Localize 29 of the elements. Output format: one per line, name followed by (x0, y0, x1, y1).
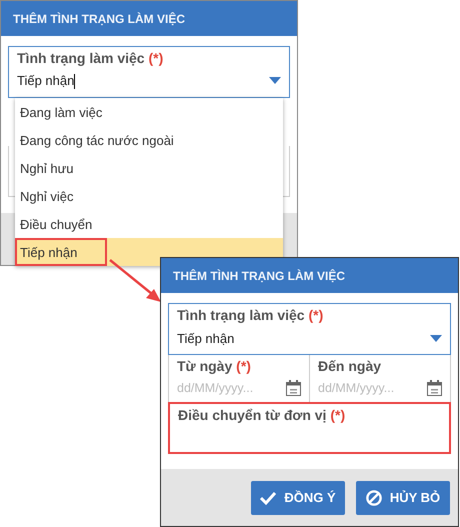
dialog-title: THÊM TÌNH TRẠNG LÀM VIỆC (13, 12, 185, 26)
dropdown-option[interactable]: Đang làm việc (15, 98, 283, 126)
dropdown-option[interactable]: Nghỉ hưu (15, 154, 283, 182)
field-label: Tình trạng làm việc (*) (177, 307, 324, 323)
date-placeholder: dd/MM/yyyy... (318, 381, 394, 395)
date-placeholder: dd/MM/yyyy... (177, 381, 254, 395)
status-select[interactable]: Tình trạng làm việc (*) Tiếp nhận (168, 303, 451, 355)
cancel-icon (366, 490, 382, 506)
confirm-button[interactable]: ĐỒNG Ý (251, 480, 345, 514)
field-label: Điều chuyển từ đơn vị (*) (178, 407, 346, 423)
dropdown-option[interactable]: Nghỉ việc (15, 182, 283, 210)
calendar-icon[interactable] (427, 380, 442, 396)
date-field[interactable]: Đến ngày dd/MM/yyyy... (309, 355, 451, 402)
dropdown-option[interactable]: Đang công tác nước ngoài (15, 126, 283, 154)
dialog-title: THÊM TÌNH TRẠNG LÀM VIỆC (173, 268, 345, 282)
unit-field[interactable]: Điều chuyển từ đơn vị (*) (168, 402, 451, 454)
calendar-icon[interactable] (286, 380, 301, 396)
caret-icon (269, 77, 281, 84)
field-label: Đến ngày (318, 358, 382, 374)
caret-icon (430, 335, 442, 342)
cancel-button[interactable]: HỦY BỎ (356, 480, 450, 514)
date-field[interactable]: Từ ngày (*) dd/MM/yyyy... (168, 355, 309, 402)
dropdown-option[interactable]: Điều chuyển (15, 210, 283, 238)
check-icon (260, 490, 276, 506)
field-label: Tình trạng làm việc (*) (17, 50, 164, 66)
select-value: Tiếp nhận (177, 331, 234, 346)
select-value: Tiếp nhận (17, 72, 76, 89)
status-select[interactable]: Tình trạng làm việc (*) Tiếp nhận (8, 46, 290, 98)
field-label: Từ ngày (*) (177, 358, 252, 374)
